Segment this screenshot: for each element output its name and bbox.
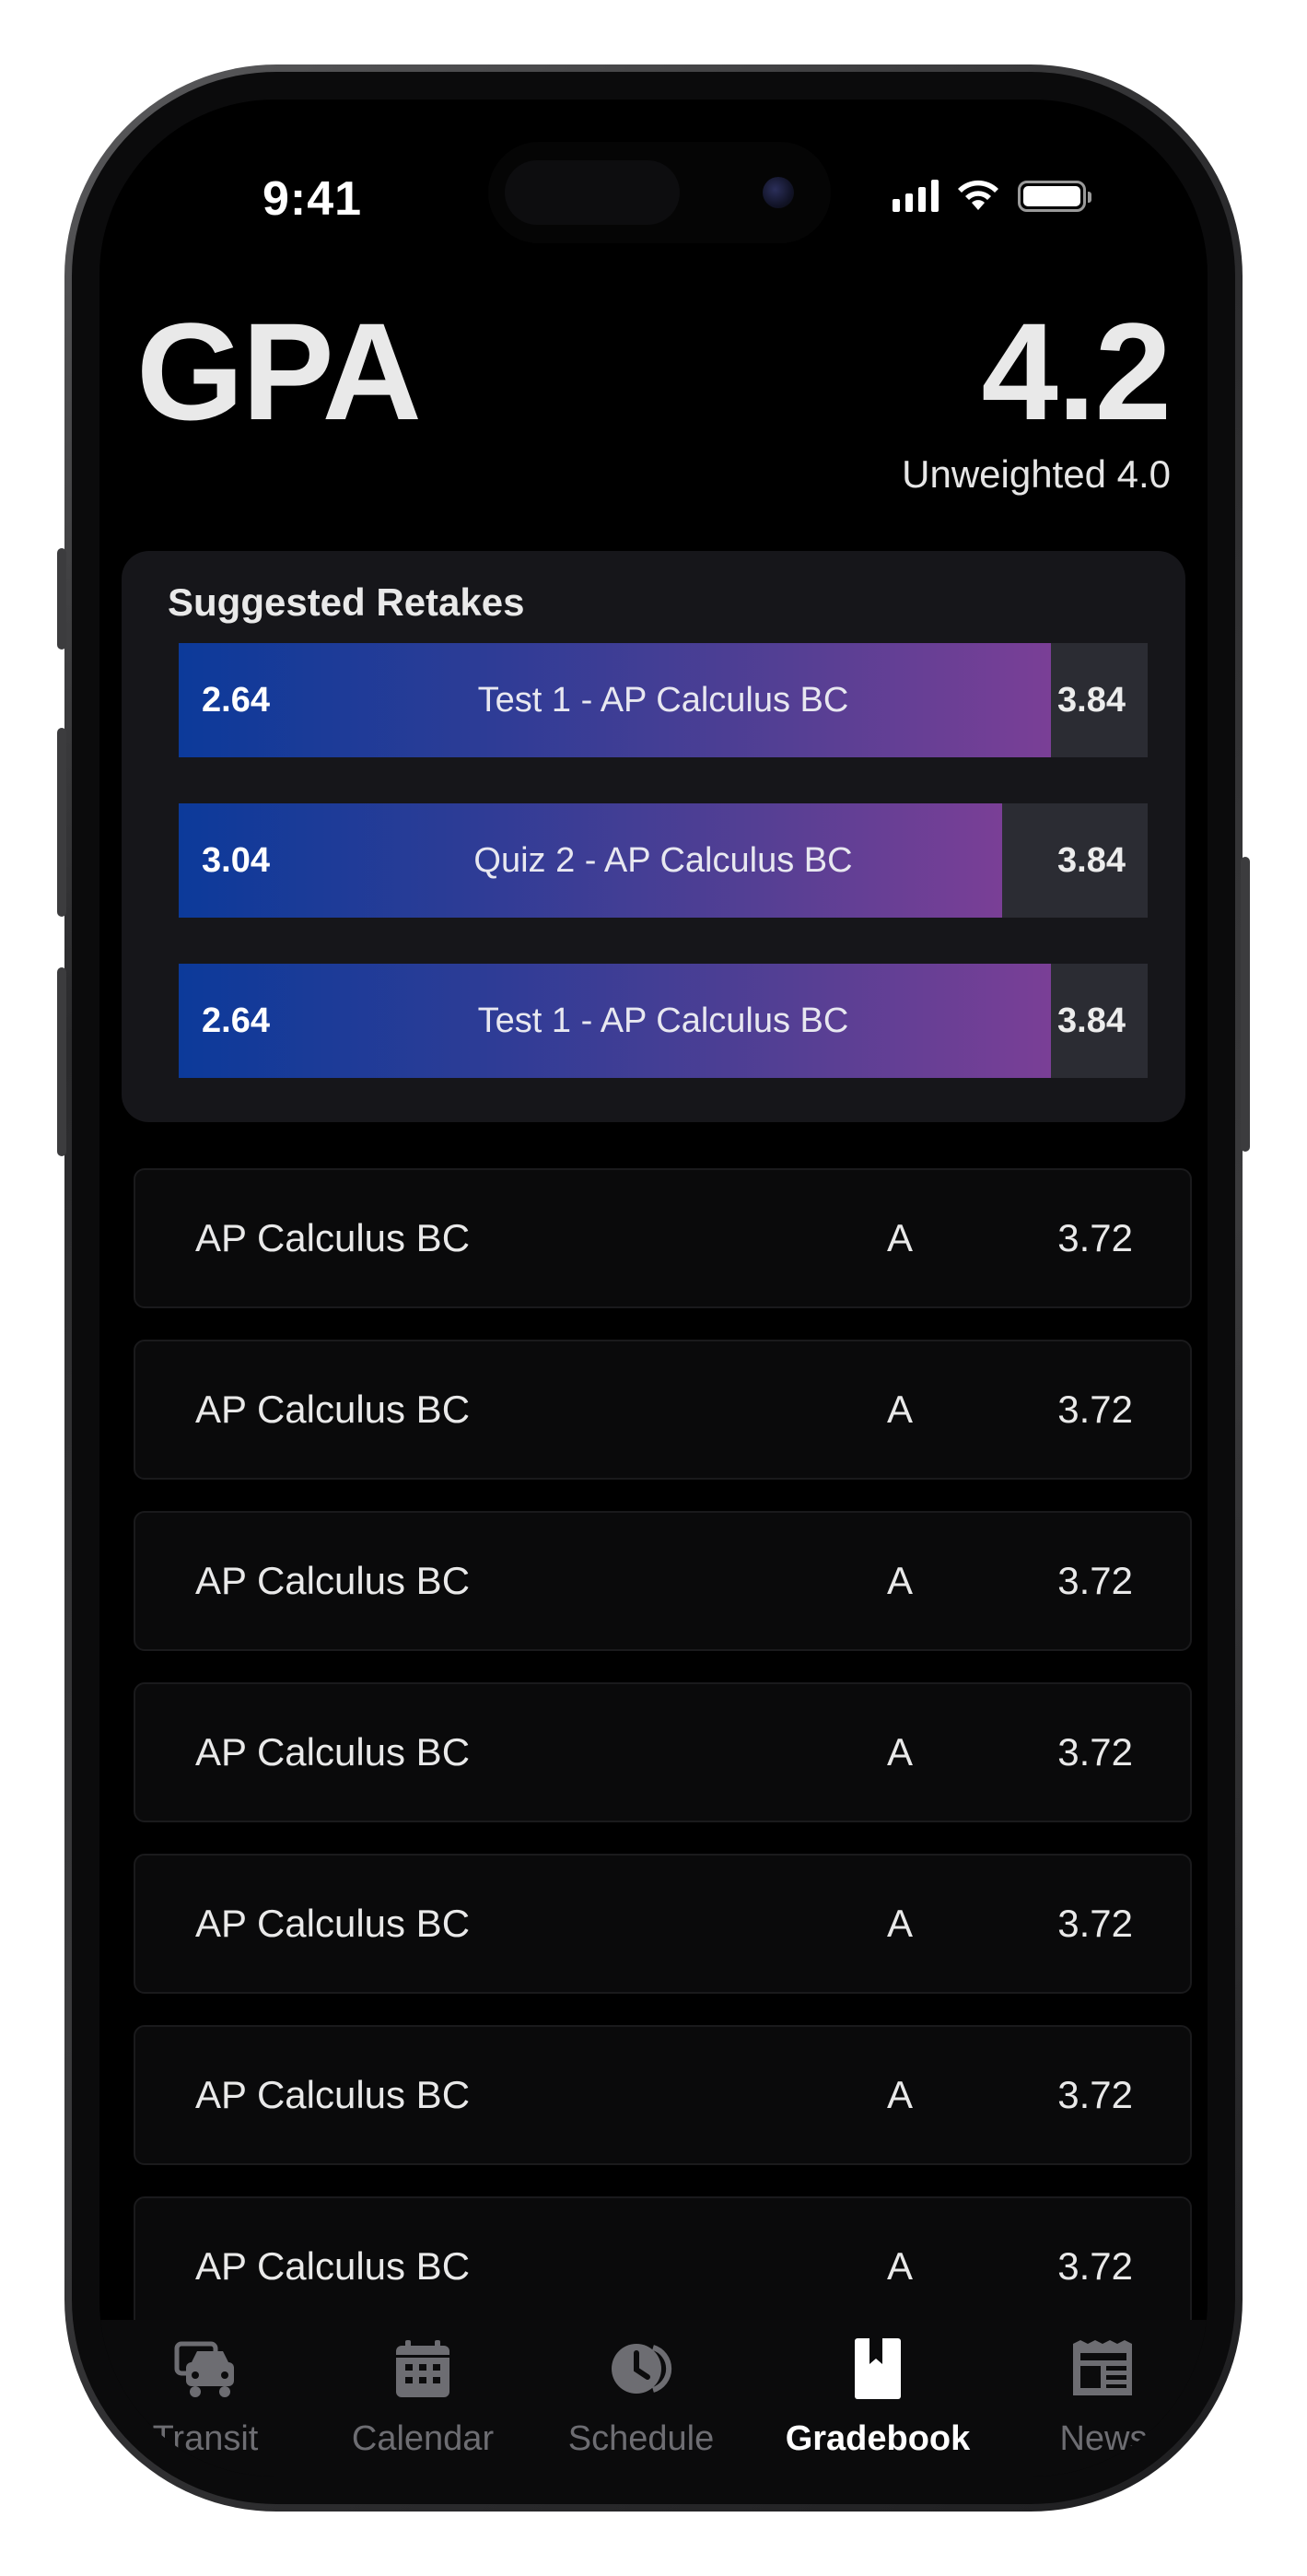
class-name: AP Calculus BC [195, 2244, 471, 2288]
dynamic-island [488, 142, 831, 243]
class-grade: A [886, 2073, 913, 2116]
class-name: AP Calculus BC [195, 2073, 471, 2116]
retake-label: Test 1 - AP Calculus BC [477, 1001, 849, 1040]
screen: 9:41 GPA 4.2 Unweighted 4.0 Suggested Re… [99, 100, 1208, 2476]
tab-transit[interactable]: Transit [104, 2320, 307, 2476]
class-list[interactable]: AP Calculus BC A 3.72 AP Calculus BC A 3… [134, 1168, 1194, 2320]
class-name: AP Calculus BC [195, 1388, 471, 1431]
tab-label: News [1059, 2419, 1148, 2458]
retake-target-score: 3.84 [1057, 681, 1126, 720]
tab-label: Transit [152, 2419, 259, 2458]
class-gpa: 3.72 [1057, 2244, 1133, 2288]
action-button [57, 548, 66, 650]
volume-down-button [57, 967, 66, 1156]
volume-up-button [57, 728, 66, 917]
retake-row[interactable]: 3.04 Quiz 2 - AP Calculus BC 3.84 [179, 803, 1148, 918]
class-row[interactable]: AP Calculus BC A 3.72 [134, 1511, 1192, 1651]
class-grade: A [886, 1216, 913, 1259]
retake-target-score: 3.84 [1057, 1001, 1126, 1040]
calendar-icon [396, 2340, 449, 2397]
retake-label: Test 1 - AP Calculus BC [477, 681, 849, 720]
class-row[interactable]: AP Calculus BC A 3.72 [134, 2196, 1192, 2320]
class-grade: A [886, 1730, 913, 1774]
class-name: AP Calculus BC [195, 1216, 471, 1259]
camera-icon [763, 177, 794, 208]
tab-bar: Transit Calendar Schedule Gradebook News [99, 2320, 1208, 2476]
clock-icon [612, 2344, 672, 2394]
class-name: AP Calculus BC [195, 1902, 471, 1945]
newspaper-icon [1073, 2340, 1132, 2395]
class-gpa: 3.72 [1057, 1388, 1133, 1431]
class-row[interactable]: AP Calculus BC A 3.72 [134, 1340, 1192, 1480]
retakes-title: Suggested Retakes [168, 580, 525, 624]
page-title: GPA [136, 294, 422, 449]
tab-schedule[interactable]: Schedule [540, 2320, 742, 2476]
wifi-icon [958, 180, 998, 210]
class-gpa: 3.72 [1057, 1730, 1133, 1774]
status-icons [893, 177, 1091, 212]
retake-row[interactable]: 2.64 Test 1 - AP Calculus BC 3.84 [179, 964, 1148, 1078]
class-gpa: 3.72 [1057, 1559, 1133, 1602]
status-time: 9:41 [263, 172, 363, 226]
class-grade: A [886, 1902, 913, 1945]
class-gpa: 3.72 [1057, 2073, 1133, 2116]
tab-news[interactable]: News [1002, 2320, 1205, 2476]
retake-row[interactable]: 2.64 Test 1 - AP Calculus BC 3.84 [179, 643, 1148, 757]
battery-icon [1018, 181, 1091, 212]
class-grade: A [886, 1559, 913, 1602]
class-gpa: 3.72 [1057, 1216, 1133, 1259]
tab-label: Schedule [567, 2419, 715, 2458]
tab-label: Calendar [351, 2419, 495, 2458]
car-icon [174, 2341, 234, 2397]
tab-gradebook[interactable]: Gradebook [776, 2320, 979, 2476]
class-grade: A [886, 1388, 913, 1431]
power-button [1241, 857, 1250, 1152]
class-gpa: 3.72 [1057, 1902, 1133, 1945]
class-row[interactable]: AP Calculus BC A 3.72 [134, 1682, 1192, 1822]
gpa-value: 4.2 [981, 294, 1172, 449]
class-row[interactable]: AP Calculus BC A 3.72 [134, 1168, 1192, 1308]
class-name: AP Calculus BC [195, 1730, 471, 1774]
class-row[interactable]: AP Calculus BC A 3.72 [134, 2025, 1192, 2165]
unweighted-gpa: Unweighted 4.0 [902, 452, 1171, 496]
suggested-retakes-card: Suggested Retakes 2.64 Test 1 - AP Calcu… [122, 551, 1185, 1122]
tab-calendar[interactable]: Calendar [321, 2320, 524, 2476]
bookmark-icon [855, 2338, 901, 2399]
class-row[interactable]: AP Calculus BC A 3.72 [134, 1854, 1192, 1994]
retake-label: Quiz 2 - AP Calculus BC [473, 841, 853, 880]
class-name: AP Calculus BC [195, 1559, 471, 1602]
cellular-signal-icon [893, 179, 939, 212]
class-grade: A [886, 2244, 913, 2288]
retake-target-score: 3.84 [1057, 841, 1126, 880]
tab-label: Gradebook [785, 2419, 971, 2458]
